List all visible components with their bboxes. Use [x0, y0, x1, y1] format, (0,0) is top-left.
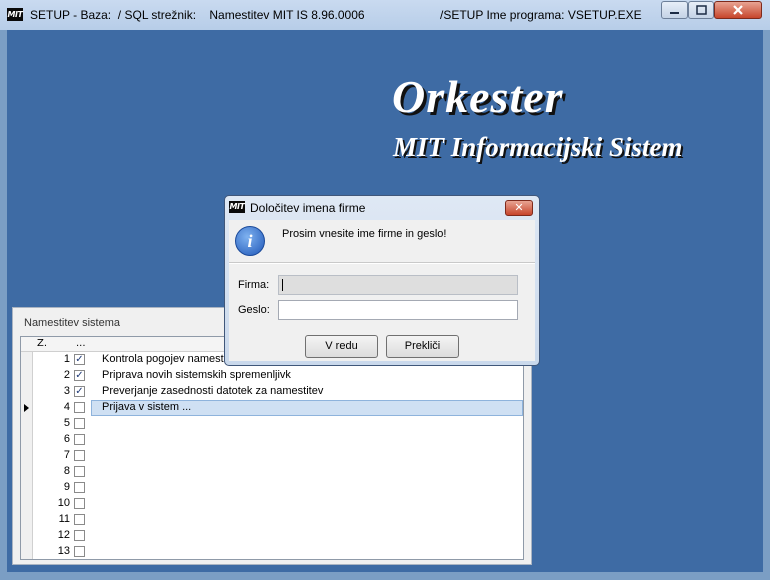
row-checkbox[interactable] [74, 450, 85, 461]
row-number: 8 [63, 465, 70, 477]
row-description: Prijava v sistem ... [102, 401, 192, 413]
brand-title: Orkester [392, 71, 564, 122]
row-number: 1 [63, 353, 70, 365]
dialog-titlebar[interactable]: MIT Določitev imena firme ✕ [225, 196, 539, 218]
dialog-body: i Prosim vnesite ime firme in geslo! Fir… [229, 220, 535, 361]
row-description: Kontrola pogojev namestitve [102, 353, 241, 365]
row-checkbox[interactable] [74, 466, 85, 477]
firma-label: Firma: [238, 279, 270, 291]
table-row[interactable]: 12 [21, 528, 523, 544]
row-selection-area [91, 544, 523, 559]
current-row-arrow-icon [24, 404, 29, 412]
row-selection-area [91, 416, 523, 432]
row-selection-area [91, 448, 523, 464]
row-checkbox[interactable] [74, 434, 85, 445]
app-window: MIT SETUP - Baza: / SQL strežnik: Namest… [0, 0, 770, 580]
geslo-label: Geslo: [238, 304, 270, 316]
dialog-message: Prosim vnesite ime firme in geslo! [282, 228, 447, 240]
row-checkbox[interactable] [74, 498, 85, 509]
table-row[interactable]: 10 [21, 496, 523, 512]
row-description: Priprava novih sistemskih spremenljivk [102, 369, 291, 381]
window-title: SETUP - Baza: / SQL strežnik: Namestitev… [30, 8, 365, 22]
column-header-number[interactable]: Z. [37, 337, 47, 351]
row-selection-area [91, 496, 523, 512]
row-checkbox[interactable]: ✓ [74, 354, 85, 365]
minimize-icon [670, 12, 679, 14]
window-titlebar[interactable]: MIT SETUP - Baza: / SQL strežnik: Namest… [0, 0, 770, 30]
row-description: Preverjanje zasednosti datotek za namest… [102, 385, 324, 397]
mit-logo-icon: MIT [7, 8, 23, 21]
table-row[interactable]: 11 [21, 512, 523, 528]
table-row[interactable]: 2 ✓ Priprava novih sistemskih spremenljivk [21, 368, 523, 384]
row-selection-area [91, 432, 523, 448]
brand-subtitle: MIT Informacijski Sistem [393, 132, 683, 162]
dialog-separator [229, 262, 535, 264]
ok-button[interactable]: V redu [305, 335, 378, 358]
panel-title: Namestitev sistema [24, 317, 120, 329]
row-number: 5 [63, 417, 70, 429]
table-row[interactable]: 5 [21, 416, 523, 432]
dialog-close-button[interactable]: ✕ [505, 200, 533, 216]
minimize-button[interactable] [661, 1, 688, 19]
row-number: 4 [63, 401, 70, 413]
row-checkbox[interactable] [74, 482, 85, 493]
dialog-title: Določitev imena firme [250, 201, 366, 215]
row-number: 9 [63, 481, 70, 493]
column-header-check[interactable]: ... [76, 337, 86, 351]
row-number: 12 [57, 529, 70, 541]
row-checkbox[interactable] [74, 514, 85, 525]
install-steps-grid[interactable]: Z. ... 1 ✓ Kontrola pogojev namestitve 2 ✓ Pr… [20, 336, 524, 560]
maximize-button[interactable] [688, 1, 714, 19]
firma-field[interactable] [278, 275, 518, 295]
row-checkbox[interactable] [74, 418, 85, 429]
row-number: 13 [57, 545, 70, 557]
text-caret [282, 279, 283, 291]
row-number: 10 [57, 497, 70, 509]
row-checkbox[interactable] [74, 530, 85, 541]
table-row[interactable]: 4 Prijava v sistem ... [21, 400, 523, 416]
cancel-button[interactable]: Prekliči [386, 335, 459, 358]
row-number: 2 [63, 369, 70, 381]
table-row[interactable]: 13 [21, 544, 523, 559]
row-selection-area [91, 512, 523, 528]
table-row[interactable]: 3 ✓ Preverjanje zasednosti datotek za name… [21, 384, 523, 400]
row-number: 3 [63, 385, 70, 397]
table-row[interactable]: 8 [21, 464, 523, 480]
row-number: 7 [63, 449, 70, 461]
row-number: 6 [63, 433, 70, 445]
geslo-field[interactable] [278, 300, 518, 320]
restore-icon [696, 5, 707, 15]
row-number: 11 [58, 513, 70, 525]
row-selection-area [91, 528, 523, 544]
info-icon: i [235, 226, 265, 256]
close-button[interactable] [714, 1, 762, 19]
row-checkbox[interactable]: ✓ [74, 386, 85, 397]
row-selection-area [91, 480, 523, 496]
table-row[interactable]: 6 [21, 432, 523, 448]
window-title-program: /SETUP Ime programa: VSETUP.EXE [440, 8, 642, 22]
row-selection-area [91, 464, 523, 480]
company-dialog: MIT Določitev imena firme ✕ i Prosim vne… [224, 195, 540, 366]
row-checkbox[interactable] [74, 546, 85, 557]
table-row[interactable]: 9 [21, 480, 523, 496]
row-checkbox[interactable] [74, 402, 85, 413]
mit-logo-icon: MIT [229, 201, 245, 213]
table-row[interactable]: 7 [21, 448, 523, 464]
close-icon [733, 5, 743, 15]
row-checkbox[interactable]: ✓ [74, 370, 85, 381]
